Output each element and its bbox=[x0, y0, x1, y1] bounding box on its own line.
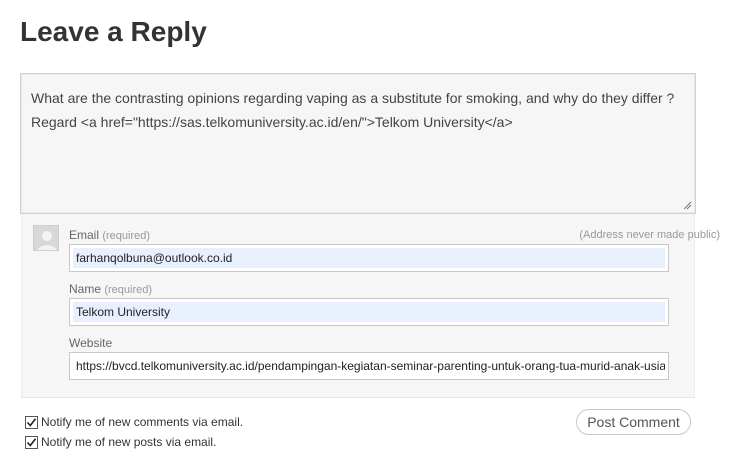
resize-handle-icon[interactable] bbox=[682, 200, 692, 210]
page-title: Leave a Reply bbox=[20, 16, 207, 47]
email-field[interactable]: farhanqolbuna@outlook.co.id bbox=[69, 244, 669, 272]
name-label-text: Name bbox=[69, 282, 102, 296]
default-avatar-icon bbox=[33, 225, 59, 251]
website-field[interactable]: https://bvcd.telkomuniversity.ac.id/pend… bbox=[69, 352, 669, 380]
name-field[interactable]: Telkom University bbox=[69, 298, 669, 326]
address-hint: (Address never made public) bbox=[579, 229, 720, 241]
comment-line-2: Regard <a href="https://sas.telkomuniver… bbox=[31, 114, 513, 130]
email-label: Email (required) bbox=[69, 228, 150, 242]
name-required-note: (required) bbox=[104, 284, 153, 296]
email-label-text: Email bbox=[69, 228, 100, 242]
post-comment-button[interactable]: Post Comment bbox=[576, 409, 691, 435]
notify-comments-checkbox[interactable] bbox=[25, 415, 38, 429]
notify-comments-label: Notify me of new comments via email. bbox=[41, 415, 244, 429]
notify-posts-label: Notify me of new posts via email. bbox=[41, 435, 217, 449]
checkmark-icon bbox=[26, 437, 37, 447]
checkmark-icon bbox=[26, 417, 37, 427]
name-value: Telkom University bbox=[73, 302, 665, 322]
notify-posts-row: Notify me of new posts via email. bbox=[25, 435, 216, 449]
email-required-note: (required) bbox=[102, 230, 151, 242]
comment-textarea[interactable]: What are the contrasting opinions regard… bbox=[20, 73, 696, 214]
website-label: Website bbox=[69, 336, 113, 350]
email-value: farhanqolbuna@outlook.co.id bbox=[73, 248, 665, 268]
name-label: Name (required) bbox=[69, 282, 152, 296]
notify-posts-checkbox[interactable] bbox=[25, 435, 38, 449]
notify-comments-row: Notify me of new comments via email. bbox=[25, 415, 243, 429]
comment-line-1: What are the contrasting opinions regard… bbox=[31, 90, 675, 106]
website-value: https://bvcd.telkomuniversity.ac.id/pend… bbox=[76, 359, 665, 373]
